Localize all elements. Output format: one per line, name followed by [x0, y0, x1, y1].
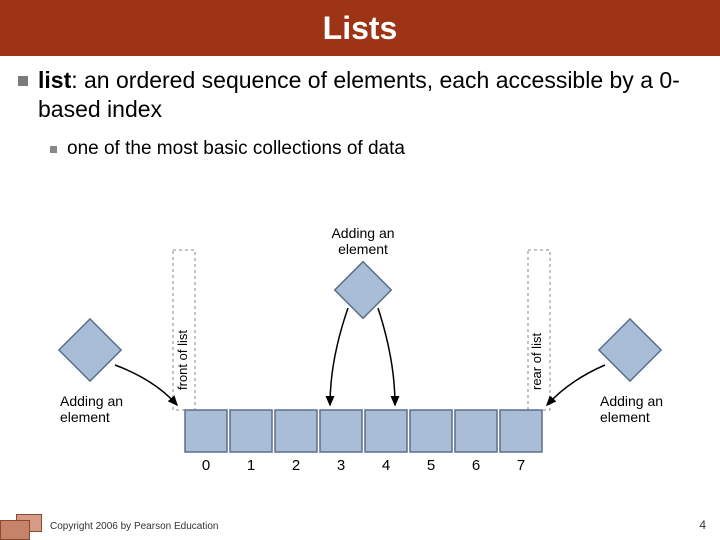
title-bar: Lists [0, 0, 720, 56]
list-cells [185, 410, 542, 452]
content-area: list: an ordered sequence of elements, e… [0, 56, 720, 160]
index-1: 1 [247, 457, 255, 474]
index-5: 5 [427, 457, 435, 474]
list-diagram: front of list rear of list Adding an ele… [30, 210, 690, 490]
page-number: 4 [699, 518, 706, 532]
adding-element-left-line2: element [60, 409, 110, 425]
adding-element-top-line1: Adding an [331, 225, 394, 241]
corner-decoration [0, 508, 44, 540]
term-text: list [38, 67, 71, 93]
sub-text: one of the most basic collections of dat… [67, 138, 405, 160]
square-bullet-icon [50, 146, 57, 153]
index-6: 6 [472, 457, 480, 474]
index-7: 7 [517, 457, 525, 474]
definition-line: list: an ordered sequence of elements, e… [38, 66, 702, 124]
copyright-footer: Copyright 2006 by Pearson Education [50, 521, 218, 532]
sub-bullet-block: one of the most basic collections of dat… [50, 138, 702, 160]
definition-text: : an ordered sequence of elements, each … [38, 67, 680, 122]
square-bullet-icon [18, 76, 28, 86]
bullet-sub: one of the most basic collections of dat… [50, 138, 702, 160]
slide-title: Lists [323, 10, 398, 47]
index-0: 0 [202, 457, 210, 474]
front-of-list-label: front of list [175, 330, 190, 390]
bullet-main: list: an ordered sequence of elements, e… [18, 66, 702, 124]
adding-element-right-line1: Adding an [600, 393, 663, 409]
adding-element-top-line2: element [338, 241, 388, 257]
index-3: 3 [337, 457, 345, 474]
index-2: 2 [292, 457, 300, 474]
rear-of-list-label: rear of list [529, 333, 544, 390]
adding-element-left-line1: Adding an [60, 393, 123, 409]
index-4: 4 [382, 457, 390, 474]
adding-element-right-line2: element [600, 409, 650, 425]
